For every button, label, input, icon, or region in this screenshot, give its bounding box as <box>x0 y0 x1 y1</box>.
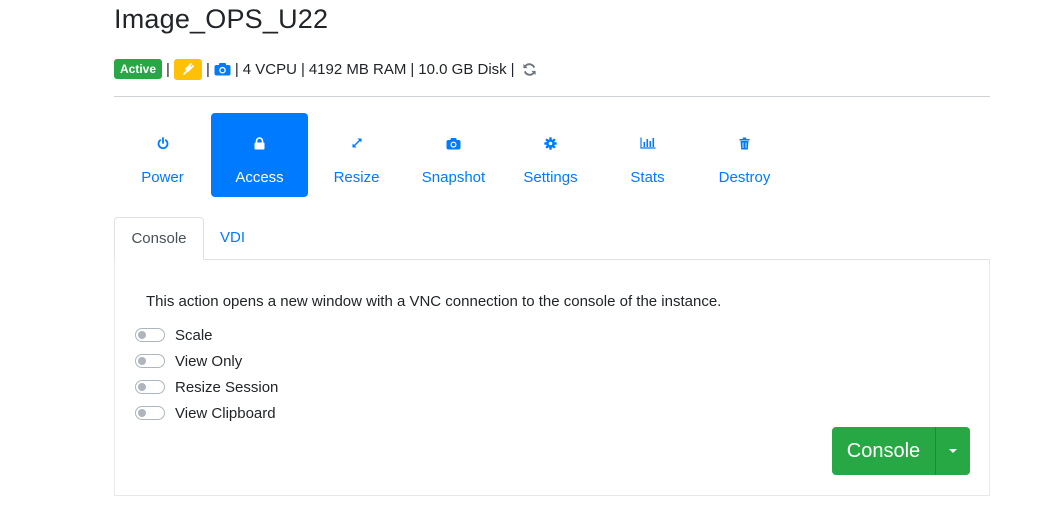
disk-size: 10.0 GB Disk <box>418 60 507 78</box>
action-label: Power <box>141 169 184 186</box>
action-access[interactable]: Access <box>211 113 308 197</box>
action-resize[interactable]: Resize <box>308 113 405 197</box>
action-settings[interactable]: Settings <box>502 113 599 197</box>
action-bar: Power Access Resize Snapshot Settings St… <box>114 113 793 197</box>
meta-separator: | <box>300 60 305 78</box>
toggle-knob <box>138 357 146 365</box>
bar-chart-icon <box>639 135 656 151</box>
view-clipboard-toggle[interactable] <box>135 406 165 420</box>
option-view-only: View Only <box>135 351 242 371</box>
option-resize-session: Resize Session <box>135 377 278 397</box>
console-panel: This action opens a new window with a VN… <box>114 259 990 496</box>
action-destroy[interactable]: Destroy <box>696 113 793 197</box>
option-view-clipboard: View Clipboard <box>135 403 276 423</box>
tab-bar: Console VDI <box>114 217 990 260</box>
action-label: Snapshot <box>421 169 486 186</box>
plug-icon <box>183 63 194 75</box>
status-badge: Active <box>114 59 163 79</box>
view-only-toggle[interactable] <box>135 354 165 368</box>
toggle-knob <box>138 409 146 417</box>
trash-icon <box>739 135 750 151</box>
toggle-knob <box>138 383 146 391</box>
meta-separator: | <box>410 60 415 78</box>
action-label: Destroy <box>718 169 771 186</box>
power-icon <box>157 135 169 151</box>
console-button-group: Console <box>832 427 970 475</box>
action-label: Resize <box>333 169 380 186</box>
camera-icon <box>446 135 461 151</box>
toggle-label: View Only <box>175 352 243 370</box>
divider <box>114 96 990 97</box>
scale-toggle[interactable] <box>135 328 165 342</box>
action-label: Settings <box>523 169 578 186</box>
console-button[interactable]: Console <box>832 427 936 475</box>
action-label: Access <box>235 169 284 186</box>
ram-size: 4192 MB RAM <box>308 60 407 78</box>
power-state-badge <box>173 58 202 80</box>
gear-icon <box>544 135 557 151</box>
action-label: Stats <box>630 169 665 186</box>
meta-separator: | <box>234 60 239 78</box>
toggle-knob <box>138 331 146 339</box>
lock-icon <box>254 135 265 151</box>
action-snapshot[interactable]: Snapshot <box>405 113 502 197</box>
camera-icon <box>214 62 231 76</box>
vcpu-count: 4 VCPU <box>242 60 297 78</box>
tab-console[interactable]: Console <box>114 217 204 260</box>
action-stats[interactable]: Stats <box>599 113 696 197</box>
tab-vdi[interactable]: VDI <box>220 217 245 259</box>
toggle-label: Scale <box>175 326 213 344</box>
meta-separator: | <box>510 60 515 78</box>
resize-session-toggle[interactable] <box>135 380 165 394</box>
toggle-label: View Clipboard <box>175 404 276 422</box>
console-description: This action opens a new window with a VN… <box>146 293 722 310</box>
meta-separator: | <box>166 60 170 78</box>
action-power[interactable]: Power <box>114 113 211 197</box>
resize-arrows-icon <box>351 135 363 151</box>
caret-down-icon <box>949 449 957 453</box>
instance-meta: Active | | | 4 VCPU | 4192 MB RAM | 10.0… <box>114 58 537 80</box>
console-dropdown-toggle[interactable] <box>936 427 970 475</box>
meta-separator: | <box>205 60 210 78</box>
page-title: Image_OPS_U22 <box>114 4 329 34</box>
refresh-icon[interactable] <box>522 62 537 77</box>
toggle-label: Resize Session <box>175 378 279 396</box>
option-scale: Scale <box>135 325 213 345</box>
